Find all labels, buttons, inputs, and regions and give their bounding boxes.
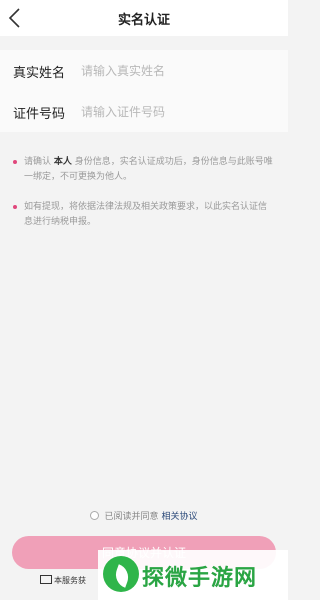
name-label: 真实姓名 — [13, 66, 66, 81]
service-note: 本服务获 — [40, 575, 86, 586]
id-number-input[interactable] — [81, 102, 271, 122]
header-bar: 实名认证 — [0, 0, 288, 36]
leaf-icon — [112, 564, 132, 588]
notice-text: 请确认 本人 身份信息，实名认证成功后，身份信息与此账号唯一绑定，不可更换为他人… — [24, 155, 275, 185]
id-number-label: 证件号码 — [13, 107, 66, 122]
bullet-dot-icon — [13, 205, 17, 209]
agreement-text: 已阅读并同意 — [104, 512, 159, 522]
page-title: 实名认证 — [117, 13, 170, 28]
watermark-text: 探微手游网 — [142, 566, 258, 591]
service-text: 本服务获 — [54, 576, 86, 585]
agreement-link[interactable]: 相关协议 — [162, 512, 198, 522]
notice-text: 如有提现，将依据法律法规及相关政策要求，以此实名认证信息进行纳税申报。 — [24, 202, 268, 227]
name-row: 真实姓名 — [0, 50, 288, 91]
agreement-row: 已阅读并同意 相关协议 — [0, 509, 288, 522]
watermark: 探微手游网 — [98, 550, 288, 600]
id-number-row: 证件号码 — [0, 91, 288, 132]
notice-highlight: 本人 — [53, 157, 72, 167]
notice-item: 如有提现，将依据法律法规及相关政策要求，以此实名认证信息进行纳税申报。 — [13, 200, 275, 230]
bullet-dot-icon — [13, 160, 17, 164]
watermark-logo-icon — [103, 556, 139, 592]
identity-form: 真实姓名 证件号码 — [0, 50, 288, 132]
certificate-icon — [40, 575, 52, 584]
notice-item: 请确认 本人 身份信息，实名认证成功后，身份信息与此账号唯一绑定，不可更换为他人… — [13, 155, 275, 185]
notice-prefix: 请确认 — [24, 157, 52, 167]
agreement-radio[interactable] — [90, 511, 100, 520]
name-input[interactable] — [81, 61, 271, 81]
